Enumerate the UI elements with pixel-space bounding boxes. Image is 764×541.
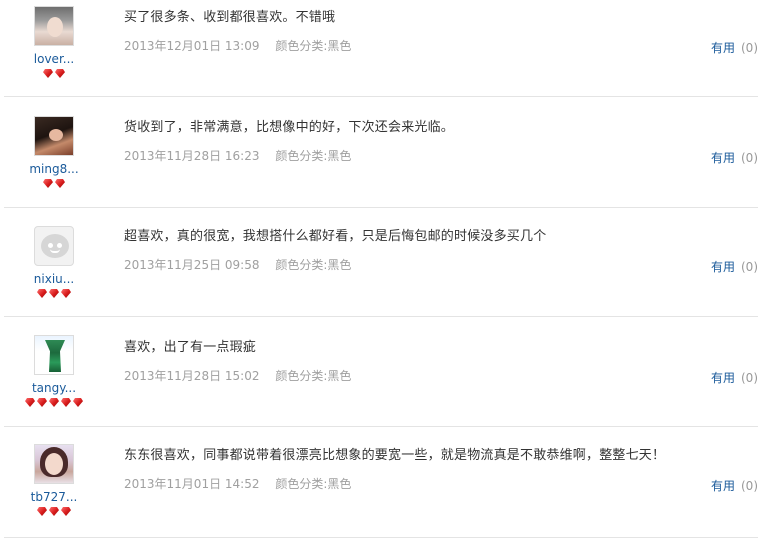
color-category: 颜色分类:黑色: [275, 369, 352, 383]
review-item: nixiu... 超喜欢，真的很宽，我想搭什么都好看，只是后悔包邮的时候没多买几…: [4, 208, 758, 317]
reviewer-name-link[interactable]: ming8...: [14, 162, 94, 176]
review-meta: 2013年11月28日 15:02 颜色分类:黑色: [124, 369, 748, 383]
gem-icon: [36, 288, 48, 299]
review-content: 超喜欢，真的很宽，我想搭什么都好看，只是后悔包邮的时候没多买几个 2013年11…: [124, 228, 748, 272]
reviewer-info: tangy...: [14, 335, 94, 409]
review-date: 2013年12月01日 13:09: [124, 39, 260, 53]
review-meta: 2013年11月01日 14:52 颜色分类:黑色: [124, 477, 748, 491]
helpful-vote: 有用 (0): [711, 371, 758, 385]
review-text: 货收到了，非常满意，比想像中的好，下次还会来光临。: [124, 120, 455, 135]
vase-icon: [45, 340, 65, 372]
reviewer-level-gems: [14, 288, 94, 300]
color-category: 颜色分类:黑色: [275, 39, 352, 53]
reviewer-name-link[interactable]: lover...: [14, 52, 94, 66]
reviewer-level-gems: [14, 506, 94, 518]
helpful-count: (0): [741, 371, 758, 385]
review-text: 买了很多条、收到都很喜欢。不错哦: [124, 10, 336, 25]
review-date: 2013年11月25日 09:58: [124, 258, 260, 272]
helpful-vote: 有用 (0): [711, 151, 758, 165]
reviewer-name-link[interactable]: tb727...: [14, 490, 94, 504]
review-item: ming8... 货收到了，非常满意，比想像中的好，下次还会来光临。 2013年…: [4, 97, 758, 208]
helpful-count: (0): [741, 151, 758, 165]
eye-icon: [57, 243, 62, 248]
review-item: lover... 买了很多条、收到都很喜欢。不错哦 2013年12月01日 13…: [4, 0, 758, 97]
gem-icon: [42, 178, 54, 189]
helpful-button[interactable]: 有用: [711, 260, 735, 274]
reviewer-level-gems: [14, 397, 94, 409]
reviewer-info: nixiu...: [14, 226, 94, 300]
review-content: 东东很喜欢，同事都说带着很漂亮比想象的要宽一些，就是物流真是不敢恭维啊，整整七天…: [124, 447, 748, 491]
gem-icon: [24, 397, 36, 408]
gem-icon: [36, 397, 48, 408]
helpful-vote: 有用 (0): [711, 260, 758, 274]
helpful-vote: 有用 (0): [711, 479, 758, 493]
gem-icon: [48, 288, 60, 299]
gem-icon: [72, 397, 84, 408]
helpful-button[interactable]: 有用: [711, 41, 735, 55]
avatar[interactable]: [34, 444, 74, 484]
avatar[interactable]: [34, 6, 74, 46]
gem-icon: [36, 506, 48, 517]
review-meta: 2013年11月25日 09:58 颜色分类:黑色: [124, 258, 748, 272]
review-content: 货收到了，非常满意，比想像中的好，下次还会来光临。 2013年11月28日 16…: [124, 119, 748, 163]
reviewer-level-gems: [14, 178, 94, 190]
reviewer-name-link[interactable]: tangy...: [14, 381, 94, 395]
gem-icon: [42, 68, 54, 79]
gem-icon: [54, 178, 66, 189]
helpful-button[interactable]: 有用: [711, 371, 735, 385]
gem-icon: [60, 397, 72, 408]
gem-icon: [48, 506, 60, 517]
color-category: 颜色分类:黑色: [275, 477, 352, 491]
review-item: tangy... 喜欢，出了有一点瑕疵 2013年11月28日 15:02 颜色…: [4, 317, 758, 427]
gem-icon: [48, 397, 60, 408]
review-meta: 2013年12月01日 13:09 颜色分类:黑色: [124, 39, 748, 53]
gem-icon: [60, 288, 72, 299]
reviewer-info: lover...: [14, 6, 94, 80]
avatar[interactable]: [34, 226, 74, 266]
review-content: 喜欢，出了有一点瑕疵 2013年11月28日 15:02 颜色分类:黑色: [124, 339, 748, 383]
review-date: 2013年11月28日 16:23: [124, 149, 260, 163]
helpful-count: (0): [741, 41, 758, 55]
helpful-button[interactable]: 有用: [711, 151, 735, 165]
review-text: 喜欢，出了有一点瑕疵: [124, 340, 257, 355]
reviewer-level-gems: [14, 68, 94, 80]
color-category: 颜色分类:黑色: [275, 149, 352, 163]
review-date: 2013年11月28日 15:02: [124, 369, 260, 383]
helpful-count: (0): [741, 260, 758, 274]
helpful-button[interactable]: 有用: [711, 479, 735, 493]
review-text: 东东很喜欢，同事都说带着很漂亮比想象的要宽一些，就是物流真是不敢恭维啊，整整七天…: [124, 448, 666, 463]
review-item: tb727... 东东很喜欢，同事都说带着很漂亮比想象的要宽一些，就是物流真是不…: [4, 427, 758, 538]
helpful-count: (0): [741, 479, 758, 493]
eye-icon: [48, 243, 53, 248]
helpful-vote: 有用 (0): [711, 41, 758, 55]
review-date: 2013年11月01日 14:52: [124, 477, 260, 491]
avatar[interactable]: [34, 335, 74, 375]
gem-icon: [54, 68, 66, 79]
review-text: 超喜欢，真的很宽，我想搭什么都好看，只是后悔包邮的时候没多买几个: [124, 229, 547, 244]
reviewer-info: tb727...: [14, 444, 94, 518]
gem-icon: [60, 506, 72, 517]
mouth-icon: [50, 249, 60, 253]
review-content: 买了很多条、收到都很喜欢。不错哦 2013年12月01日 13:09 颜色分类:…: [124, 9, 748, 53]
reviewer-info: ming8...: [14, 116, 94, 190]
color-category: 颜色分类:黑色: [275, 258, 352, 272]
review-meta: 2013年11月28日 16:23 颜色分类:黑色: [124, 149, 748, 163]
avatar[interactable]: [34, 116, 74, 156]
default-avatar-icon: [41, 234, 69, 258]
reviewer-name-link[interactable]: nixiu...: [14, 272, 94, 286]
review-list: lover... 买了很多条、收到都很喜欢。不错哦 2013年12月01日 13…: [0, 0, 764, 538]
